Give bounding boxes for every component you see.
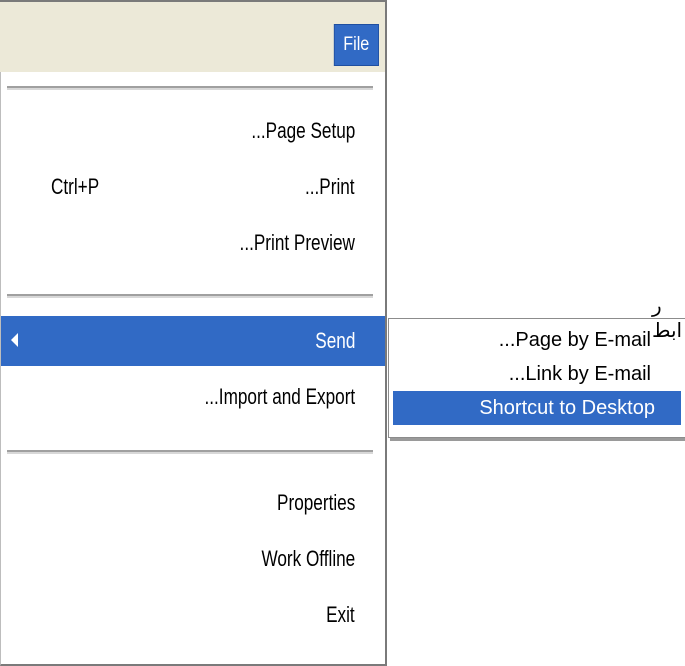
menu-item-label: Exit: [326, 602, 355, 627]
menu-item-label: ...Print: [305, 174, 355, 199]
background-text: ر ابط: [652, 295, 683, 342]
menu-item-page-setup[interactable]: ...Page Setup: [1, 106, 385, 156]
submenu-item-label: ...Link by E-mail: [508, 363, 651, 385]
menu-item-label: ...Page Setup: [251, 118, 355, 143]
file-menu[interactable]: File: [334, 24, 379, 66]
menu-item-label: ...Print Preview: [239, 230, 355, 255]
menu-item-shortcut: Ctrl+P: [51, 174, 100, 199]
submenu-item-label: ...Page by E-mail: [498, 329, 651, 351]
send-submenu: ...Page by E-mail ...Link by E-mail Shor…: [388, 318, 685, 438]
menu-item-send[interactable]: Send: [1, 316, 385, 366]
menu-separator: [7, 294, 373, 298]
menu-item-print[interactable]: Ctrl+P ...Print: [1, 162, 385, 212]
menu-item-label: Work Offline: [261, 546, 355, 571]
menu-bar: File: [0, 0, 387, 72]
submenu-item-label: Shortcut to Desktop: [479, 397, 655, 419]
menu-item-properties[interactable]: Properties: [1, 478, 385, 528]
menu-separator: [7, 450, 373, 454]
menu-item-print-preview[interactable]: ...Print Preview: [1, 218, 385, 268]
menu-separator: [7, 86, 373, 90]
submenu-item-shortcut-to-desktop[interactable]: Shortcut to Desktop: [393, 391, 681, 425]
chevron-left-icon: [11, 333, 18, 347]
file-dropdown-menu: ...Page Setup Ctrl+P ...Print ...Print P…: [0, 72, 387, 666]
menu-item-exit[interactable]: Exit: [1, 590, 385, 640]
menu-item-label: Send: [314, 328, 355, 353]
menu-item-label: ...Import and Export: [204, 384, 355, 409]
menu-item-work-offline[interactable]: Work Offline: [1, 534, 385, 584]
menu-item-import-export[interactable]: ...Import and Export: [1, 372, 385, 422]
menu-item-label: Properties: [276, 490, 355, 515]
submenu-item-page-by-email[interactable]: ...Page by E-mail: [393, 323, 681, 357]
submenu-item-link-by-email[interactable]: ...Link by E-mail: [393, 357, 681, 391]
